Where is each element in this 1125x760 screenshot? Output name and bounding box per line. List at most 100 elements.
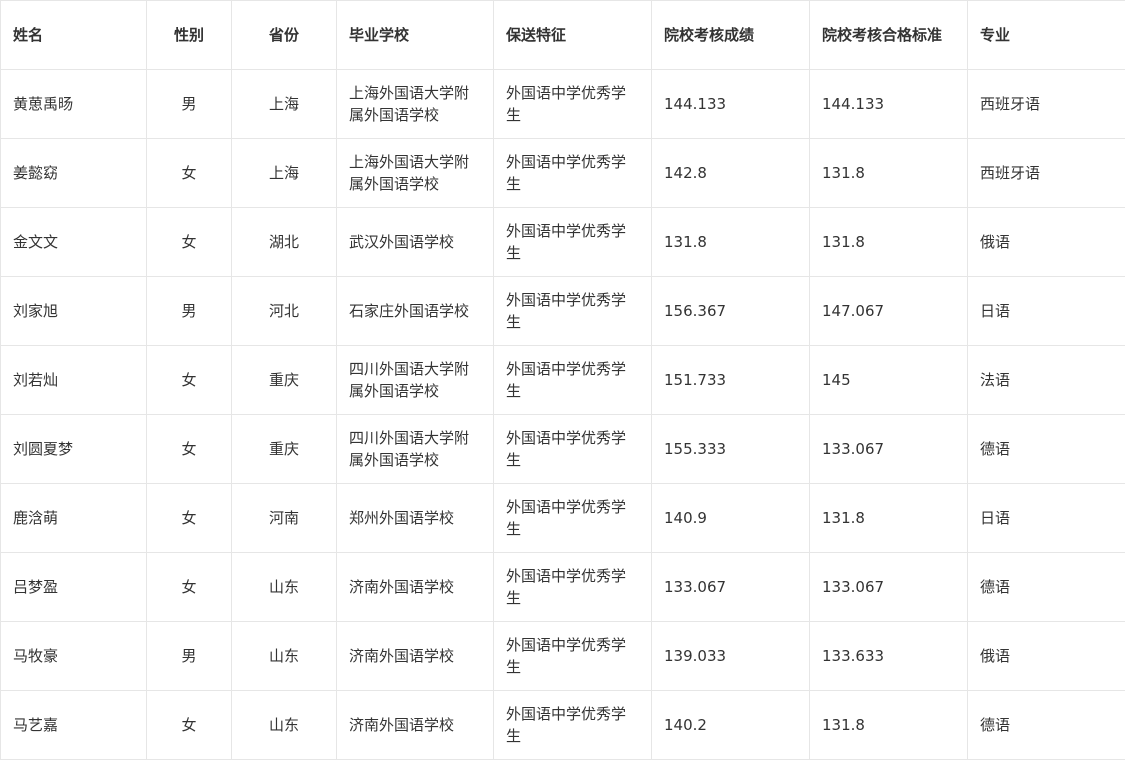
cell-gender: 男 [146,69,232,139]
cell-major: 德语 [967,414,1125,484]
cell-school: 四川外国语大学附属外国语学校 [336,414,494,484]
cell-school: 石家庄外国语学校 [336,276,494,346]
cell-major: 德语 [967,690,1125,760]
cell-gender: 男 [146,621,232,691]
cell-major: 法语 [967,345,1125,415]
cell-name: 姜懿窈 [0,138,147,208]
cell-feature: 外国语中学优秀学生 [493,621,652,691]
cell-school: 武汉外国语学校 [336,207,494,277]
cell-province: 重庆 [231,414,337,484]
cell-gender: 女 [146,345,232,415]
cell-major: 西班牙语 [967,69,1125,139]
table-row: 刘家旭男河北 石家庄外国语学校 外国语中学优秀学生 156.367 147.067 日语 [0,276,1125,346]
header-school: 毕业学校 [336,0,494,70]
cell-school: 上海外国语大学附属外国语学校 [336,138,494,208]
header-province: 省份 [231,0,337,70]
cell-gender: 女 [146,552,232,622]
cell-standard: 131.8 [809,207,968,277]
cell-school: 四川外国语大学附属外国语学校 [336,345,494,415]
header-name: 姓名 [0,0,147,70]
header-standard: 院校考核合格标准 [809,0,968,70]
cell-province: 上海 [231,138,337,208]
cell-school: 郑州外国语学校 [336,483,494,553]
cell-major: 俄语 [967,621,1125,691]
cell-standard: 133.067 [809,414,968,484]
cell-province: 河南 [231,483,337,553]
cell-standard: 133.067 [809,552,968,622]
cell-name: 刘若灿 [0,345,147,415]
cell-score: 151.733 [651,345,810,415]
cell-major: 德语 [967,552,1125,622]
cell-province: 山东 [231,690,337,760]
header-score: 院校考核成绩 [651,0,810,70]
table-row: 吕梦盈女山东 济南外国语学校 外国语中学优秀学生 133.067 133.067 德语 [0,552,1125,622]
cell-province: 湖北 [231,207,337,277]
cell-feature: 外国语中学优秀学生 [493,138,652,208]
cell-gender: 女 [146,483,232,553]
cell-score: 144.133 [651,69,810,139]
cell-school: 济南外国语学校 [336,552,494,622]
header-gender: 性别 [146,0,232,70]
cell-major: 俄语 [967,207,1125,277]
table-row: 刘圆夏梦女重庆 四川外国语大学附属外国语学校 外国语中学优秀学生 155.333 133… [0,414,1125,484]
cell-score: 140.9 [651,483,810,553]
cell-name: 吕梦盈 [0,552,147,622]
cell-name: 马牧豪 [0,621,147,691]
cell-score: 140.2 [651,690,810,760]
cell-standard: 147.067 [809,276,968,346]
cell-name: 金文文 [0,207,147,277]
cell-score: 133.067 [651,552,810,622]
cell-gender: 女 [146,207,232,277]
cell-major: 日语 [967,276,1125,346]
cell-feature: 外国语中学优秀学生 [493,690,652,760]
cell-score: 155.333 [651,414,810,484]
cell-school: 济南外国语学校 [336,690,494,760]
cell-province: 上海 [231,69,337,139]
cell-gender: 女 [146,690,232,760]
cell-major: 西班牙语 [967,138,1125,208]
cell-gender: 女 [146,138,232,208]
cell-name: 刘圆夏梦 [0,414,147,484]
cell-feature: 外国语中学优秀学生 [493,69,652,139]
cell-score: 156.367 [651,276,810,346]
header-major: 专业 [967,0,1125,70]
cell-score: 131.8 [651,207,810,277]
table-row: 黄葸禹旸男上海 上海外国语大学附属外国语学校 外国语中学优秀学生 144.133 144… [0,69,1125,139]
cell-standard: 133.633 [809,621,968,691]
cell-feature: 外国语中学优秀学生 [493,552,652,622]
cell-feature: 外国语中学优秀学生 [493,276,652,346]
cell-name: 刘家旭 [0,276,147,346]
cell-school: 上海外国语大学附属外国语学校 [336,69,494,139]
cell-name: 马艺嘉 [0,690,147,760]
cell-province: 山东 [231,552,337,622]
cell-name: 鹿浛萌 [0,483,147,553]
cell-feature: 外国语中学优秀学生 [493,345,652,415]
cell-name: 黄葸禹旸 [0,69,147,139]
cell-standard: 131.8 [809,483,968,553]
cell-standard: 144.133 [809,69,968,139]
cell-standard: 131.8 [809,138,968,208]
cell-feature: 外国语中学优秀学生 [493,483,652,553]
table-row: 马艺嘉女山东 济南外国语学校 外国语中学优秀学生 140.2 131.8 德语 [0,690,1125,760]
cell-feature: 外国语中学优秀学生 [493,414,652,484]
cell-major: 日语 [967,483,1125,553]
table-row: 马牧豪男山东 济南外国语学校 外国语中学优秀学生 139.033 133.633 俄语 [0,621,1125,691]
cell-school: 济南外国语学校 [336,621,494,691]
cell-standard: 145 [809,345,968,415]
header-feature: 保送特征 [493,0,652,70]
cell-province: 山东 [231,621,337,691]
cell-standard: 131.8 [809,690,968,760]
cell-feature: 外国语中学优秀学生 [493,207,652,277]
table-row: 鹿浛萌女河南 郑州外国语学校 外国语中学优秀学生 140.9 131.8 日语 [0,483,1125,553]
table-row: 刘若灿女重庆 四川外国语大学附属外国语学校 外国语中学优秀学生 151.733 145 法… [0,345,1125,415]
cell-score: 142.8 [651,138,810,208]
cell-score: 139.033 [651,621,810,691]
table-row: 姜懿窈女上海 上海外国语大学附属外国语学校 外国语中学优秀学生 142.8 131.8 西… [0,138,1125,208]
cell-gender: 男 [146,276,232,346]
cell-gender: 女 [146,414,232,484]
cell-province: 河北 [231,276,337,346]
table-row: 金文文女湖北 武汉外国语学校 外国语中学优秀学生 131.8 131.8 俄语 [0,207,1125,277]
cell-province: 重庆 [231,345,337,415]
header-row: 姓名 性别 省份 毕业学校 保送特征 院校考核成绩 院校考核合格标准 专业 [0,0,1125,70]
admissions-table: 姓名 性别 省份 毕业学校 保送特征 院校考核成绩 院校考核合格标准 专业 黄葸… [0,0,1125,760]
